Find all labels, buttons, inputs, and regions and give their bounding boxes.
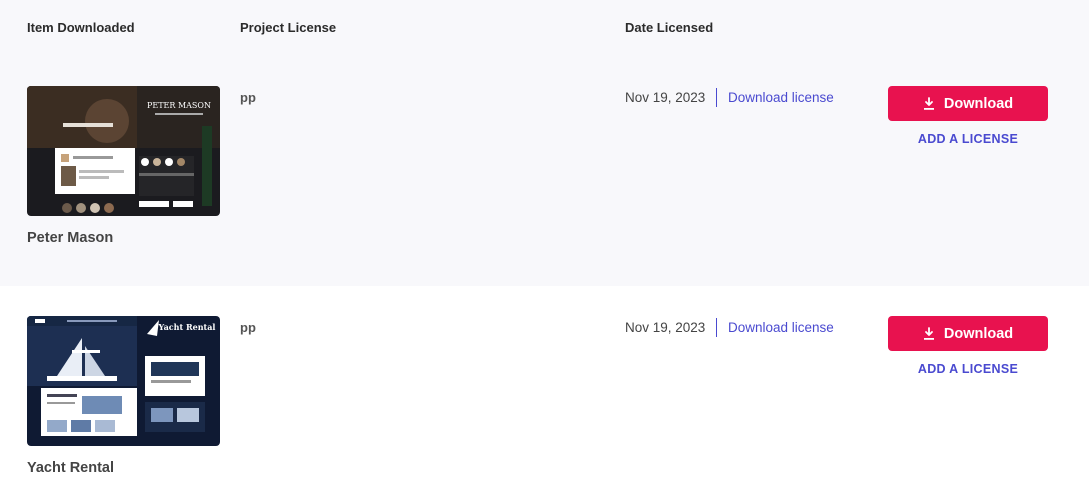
- thumbnail-title: PETER MASON: [147, 101, 211, 110]
- header-item-downloaded: Item Downloaded: [27, 20, 135, 35]
- table-header: Item Downloaded Project License Date Lic…: [0, 0, 1089, 56]
- download-license-link[interactable]: Download license: [728, 90, 834, 105]
- download-icon: [923, 97, 935, 110]
- add-license-link[interactable]: ADD A LICENSE: [888, 362, 1048, 376]
- download-license-link[interactable]: Download license: [728, 320, 834, 335]
- download-button-label: Download: [943, 95, 1014, 112]
- download-button-label: Download: [943, 325, 1014, 342]
- separator: [716, 88, 717, 107]
- item-thumbnail-peter-mason[interactable]: PETER MASON: [27, 86, 220, 216]
- header-project-license: Project License: [240, 20, 337, 35]
- thumbnail-title: Yacht Rental: [158, 322, 216, 332]
- add-license-link[interactable]: ADD A LICENSE: [888, 132, 1048, 146]
- date-licensed-value: Nov 19, 2023: [625, 90, 706, 105]
- project-license-value: pp: [240, 320, 256, 335]
- project-license-value: pp: [240, 90, 256, 105]
- download-button[interactable]: Download: [888, 86, 1048, 121]
- table-row: Yacht Rental Yacht Rental pp Nov 19, 202…: [0, 286, 1089, 500]
- item-thumbnail-yacht-rental[interactable]: Yacht Rental: [27, 316, 220, 446]
- item-name[interactable]: Yacht Rental: [27, 460, 114, 476]
- table-row: PETER MASON Peter Mason pp Nov 19, 2023 …: [0, 56, 1089, 286]
- separator: [716, 318, 717, 337]
- header-date-licensed: Date Licensed: [625, 20, 714, 35]
- item-name[interactable]: Peter Mason: [27, 230, 113, 246]
- download-icon: [923, 327, 935, 340]
- date-licensed-value: Nov 19, 2023: [625, 320, 706, 335]
- download-button[interactable]: Download: [888, 316, 1048, 351]
